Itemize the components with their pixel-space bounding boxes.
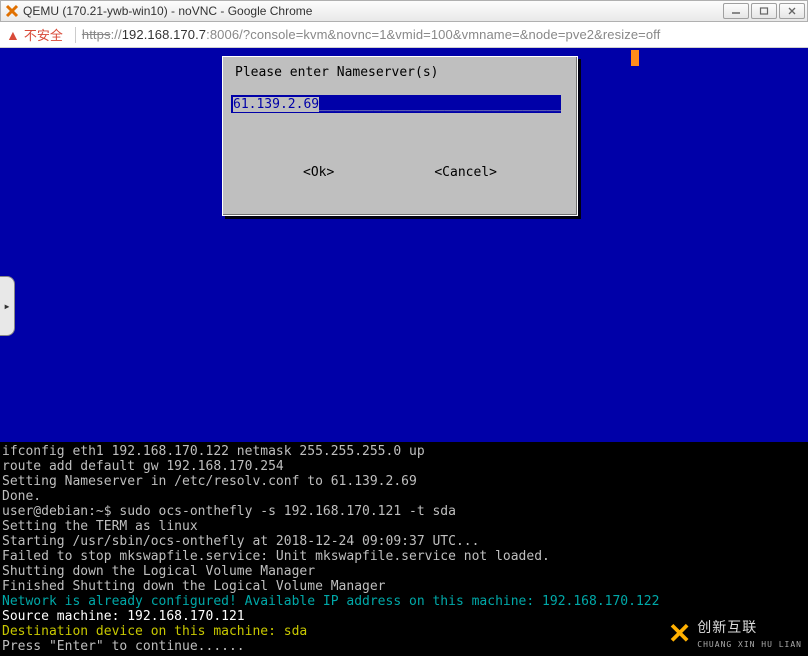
cancel-button[interactable]: <Cancel>	[434, 165, 497, 180]
terminal-line: Failed to stop mkswapfile.service: Unit …	[2, 549, 805, 564]
insecure-label: 不安全	[24, 25, 63, 44]
close-button[interactable]	[779, 3, 805, 19]
terminal-line: Shutting down the Logical Volume Manager	[2, 564, 805, 579]
terminal-line: Press "Enter" to continue......	[2, 639, 805, 654]
terminal-line: Done.	[2, 489, 805, 504]
terminal-line: Starting /usr/sbin/ocs-onthefly at 2018-…	[2, 534, 805, 549]
insecure-icon: ▲	[6, 27, 20, 43]
window-title: QEMU (170.21-ywb-win10) - noVNC - Google…	[23, 4, 723, 18]
maximize-button[interactable]	[751, 3, 777, 19]
terminal-line: route add default gw 192.168.170.254	[2, 459, 805, 474]
terminal-line: ifconfig eth1 192.168.170.122 netmask 25…	[2, 444, 805, 459]
terminal-line: user@debian:~$ sudo ocs-onthefly -s 192.…	[2, 504, 805, 519]
divider	[75, 27, 76, 43]
terminal-line: Setting the TERM as linux	[2, 519, 805, 534]
url-text: https://192.168.170.7:8006/?console=kvm&…	[82, 27, 661, 42]
minimize-button[interactable]	[723, 3, 749, 19]
terminal-line: Source machine: 192.168.170.121	[2, 609, 805, 624]
text-cursor	[631, 50, 639, 66]
dialog-title: Please enter Nameserver(s)	[235, 65, 439, 80]
terminal-output: ifconfig eth1 192.168.170.122 netmask 25…	[0, 442, 808, 656]
window-titlebar: QEMU (170.21-ywb-win10) - noVNC - Google…	[0, 0, 808, 22]
address-bar[interactable]: ▲ 不安全 https://192.168.170.7:8006/?consol…	[0, 22, 808, 48]
app-icon	[5, 4, 19, 18]
terminal-line: Network is already configured! Available…	[2, 594, 805, 609]
terminal-line: Destination device on this machine: sda	[2, 624, 805, 639]
nameserver-input[interactable]: 61.139.2.69_____________________________…	[231, 95, 561, 113]
input-underline: _______________________________	[319, 97, 562, 112]
input-value: 61.139.2.69	[233, 97, 319, 112]
terminal-line: Setting Nameserver in /etc/resolv.conf t…	[2, 474, 805, 489]
novnc-panel-handle[interactable]: ▸	[0, 276, 15, 336]
terminal-line: Finished Shutting down the Logical Volum…	[2, 579, 805, 594]
nameserver-dialog: Please enter Nameserver(s) 61.139.2.69__…	[222, 56, 578, 216]
vnc-console[interactable]: ▸ Please enter Nameserver(s) 61.139.2.69…	[0, 48, 808, 656]
window-controls	[723, 3, 805, 19]
ok-button[interactable]: <Ok>	[303, 165, 334, 180]
